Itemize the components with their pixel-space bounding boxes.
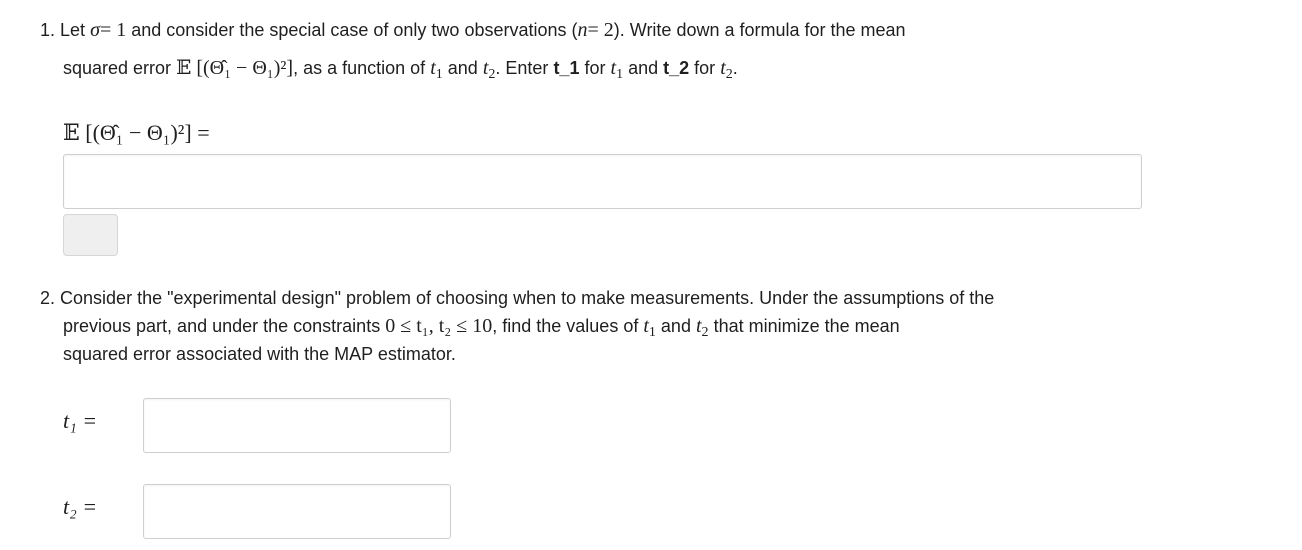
q1-text-enter: . Enter [495,58,549,78]
q1-sigma-value: = 1 [99,19,127,41]
q1-number: 1. [40,20,56,40]
q1-text-for1: for [584,58,606,78]
q1-t2-sub-2: 2 [725,67,733,82]
q2-text-1: Consider the "experimental design" probl… [60,288,995,308]
q2-t2-label: t₂ = [63,494,98,519]
q1-preview-button[interactable] [63,214,118,256]
q2-line-1: 2. Consider the "experimental design" pr… [40,284,994,312]
q1-text-write: ). Write down a formula for the mean [613,20,906,40]
q1-enter-t1: t_1 [553,58,580,78]
q1-period: . [732,58,738,78]
q1-t2-sub: 2 [488,67,496,82]
q1-text-and2: and [628,58,659,78]
q1-text-and: and [447,58,478,78]
q1-t1-sub-2: 1 [616,67,624,82]
q1-n: n [577,19,588,41]
q1-text-let: Let [60,20,86,40]
q1-t1-sub: 1 [435,67,443,82]
q2-t1-sub: 1 [648,325,656,340]
q1-t1-symbol: t [430,57,436,79]
q1-t2-symbol-2: t [720,57,726,79]
q2-constraint: 0 ≤ t₁, t₂ ≤ 10 [385,315,493,337]
q2-text-2b: , find the values of [492,316,639,336]
q1-text-function: , as a function of [293,58,426,78]
problem-page: 1. Let σ= 1 and consider the special cas… [0,0,1302,550]
q1-sigma: σ [90,19,100,41]
q1-mse-expression: 𝔼 [(Θ̂₁ − Θ₁)²] [176,57,294,79]
q2-t2-symbol: t [695,315,702,337]
q2-text-2c: that minimize the mean [713,316,900,336]
q1-answer-label: 𝔼 [(Θ̂₁ − Θ₁)²] = [63,120,210,145]
q2-number: 2. [40,288,56,308]
q2-t2-input[interactable] [143,484,451,539]
q2-line-3: squared error associated with the MAP es… [63,340,456,368]
q2-line-2: previous part, and under the constraints… [63,312,900,343]
q2-t2-sub: 2 [701,325,709,340]
q1-text-for2: for [694,58,716,78]
q2-text-and: and [660,316,691,336]
q1-line-2: squared error 𝔼 [(Θ̂₁ − Θ₁)²], as a func… [63,54,738,85]
q1-answer-input[interactable] [63,154,1142,209]
q2-text-3: squared error associated with the MAP es… [63,344,456,364]
q1-text-squared: squared error [63,58,172,78]
q1-enter-t2: t_2 [663,58,690,78]
q1-n-value: = 2 [587,19,614,41]
q2-t1-input[interactable] [143,398,451,453]
q2-t1-label: t₁ = [63,408,98,433]
q2-text-2a: previous part, and under the constraints [63,316,381,336]
q1-line-1: 1. Let σ= 1 and consider the special cas… [40,16,906,44]
q1-text-consider: and consider the special case of only tw… [131,20,578,40]
